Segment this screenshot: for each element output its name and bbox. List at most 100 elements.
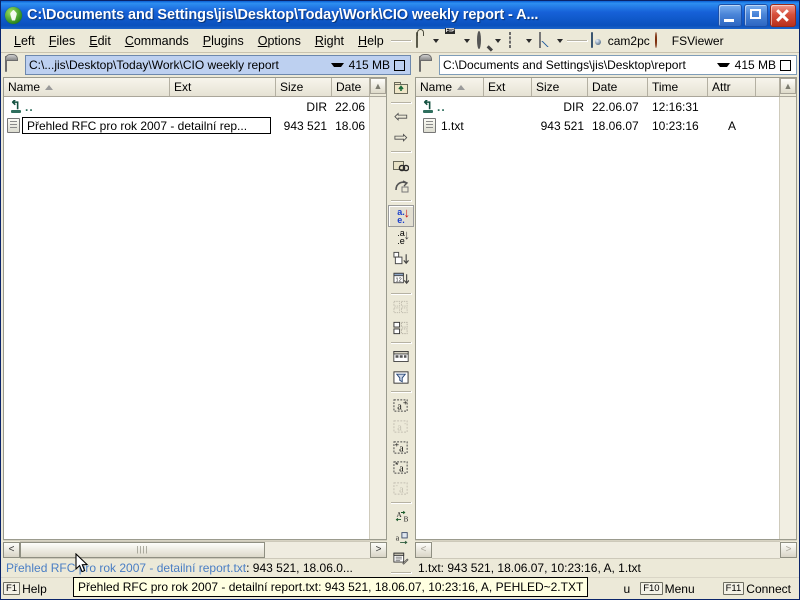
- full-view-button[interactable]: [389, 347, 413, 367]
- right-row0-size: DIR: [563, 99, 584, 114]
- menu-plugins[interactable]: Plugins: [196, 32, 251, 50]
- refresh-button[interactable]: [389, 176, 413, 196]
- table-row[interactable]: .. DIR 22.06: [4, 97, 369, 116]
- brief-view-button[interactable]: [389, 318, 413, 338]
- maximize-button[interactable]: [744, 3, 768, 27]
- right-file-list[interactable]: .. DIR 22.06.07 12:16:31 1.txt: [416, 97, 779, 539]
- left-hscroll-left-button[interactable]: <: [3, 541, 20, 558]
- left-hscroll-thumb[interactable]: ||||: [20, 541, 265, 558]
- table-row[interactable]: .. DIR 22.06.07 12:16:31: [416, 97, 779, 116]
- sort-by-ext-button[interactable]: .a .e ↓: [389, 228, 413, 248]
- chevron-down-icon[interactable]: [432, 38, 439, 43]
- table-row[interactable]: Přehled RFC pro rok 2007 - detailní rep.…: [4, 116, 369, 135]
- menu-edit[interactable]: Edit: [82, 32, 118, 50]
- right-hscroll-right-button[interactable]: >: [780, 541, 797, 558]
- right-hscroll-left-button[interactable]: <: [415, 541, 432, 558]
- left-header-size[interactable]: Size: [276, 78, 332, 96]
- left-path-dropdown-icon[interactable]: [330, 63, 344, 67]
- left-path-field[interactable]: C:\...jis\Desktop\Today\Work\CIO weekly …: [25, 55, 411, 75]
- right-list-wrap: .. DIR 22.06.07 12:16:31 1.txt: [416, 97, 796, 539]
- chevron-down-icon[interactable]: [463, 38, 470, 43]
- frame-button[interactable]: [506, 31, 535, 51]
- search-folder-button[interactable]: [389, 156, 413, 176]
- menu-options[interactable]: Options: [251, 32, 308, 50]
- file-tooltip: Přehled RFC pro rok 2007 - detailní repo…: [73, 577, 589, 597]
- left-scroll-up-button[interactable]: ▲: [370, 78, 386, 94]
- right-path-field[interactable]: C:\Documents and Settings\jis\Desktop\re…: [439, 55, 797, 75]
- fkey-partial: u: [624, 582, 631, 596]
- compare-button[interactable]: AB: [389, 507, 413, 527]
- right-file-panel[interactable]: Name Ext Size Date Time Attr ▲ ↰ .. DIR …: [415, 77, 797, 540]
- left-header-date[interactable]: Date: [332, 78, 370, 96]
- right-drive-button[interactable]: [417, 55, 437, 75]
- table-row[interactable]: 1.txt 943 521 18.06.07 10:23:16 A: [416, 116, 779, 135]
- right-scroll-up-button[interactable]: ▲: [780, 78, 796, 94]
- right-row1-name: 1.txt: [416, 118, 484, 133]
- up-folder-button[interactable]: [389, 78, 413, 98]
- right-header-attr[interactable]: Attr: [708, 78, 756, 96]
- invert-selection-button[interactable]: a *: [389, 458, 413, 478]
- filter-button[interactable]: [389, 367, 413, 387]
- filter-icon: [393, 369, 409, 385]
- lock-button[interactable]: [413, 31, 442, 51]
- right-hscroll-track[interactable]: [432, 540, 780, 559]
- left-drive-button[interactable]: [3, 55, 23, 75]
- right-header-time[interactable]: Time: [648, 78, 708, 96]
- unselect-all-button[interactable]: a-: [389, 479, 413, 499]
- minimize-button[interactable]: [718, 3, 742, 27]
- left-vertical-scrollbar[interactable]: [369, 97, 386, 539]
- thumbnail-view-button[interactable]: [389, 298, 413, 318]
- select-group-button[interactable]: a +: [389, 396, 413, 416]
- chevron-down-icon[interactable]: [525, 38, 532, 43]
- right-header-ext[interactable]: Ext: [484, 78, 532, 96]
- ftp-button[interactable]: [444, 31, 473, 51]
- chevron-down-icon[interactable]: [556, 38, 563, 43]
- back-button[interactable]: ⇦: [389, 107, 413, 127]
- mid-separator-8: [390, 572, 412, 574]
- left-hscroll-track[interactable]: ||||: [20, 540, 370, 559]
- sort-by-name-button[interactable]: a. e. ↓: [388, 205, 414, 227]
- unselect-group-button[interactable]: a-: [389, 417, 413, 437]
- left-hscroll-right-button[interactable]: >: [370, 541, 387, 558]
- search-button[interactable]: [475, 30, 504, 51]
- forward-button[interactable]: ⇨: [389, 127, 413, 147]
- menu-right[interactable]: Right: [308, 32, 351, 50]
- left-horizontal-scrollbar[interactable]: < |||| >: [3, 540, 387, 559]
- path-bar-row: C:\...jis\Desktop\Today\Work\CIO weekly …: [1, 53, 799, 77]
- fkey-f1[interactable]: F1 Help: [3, 582, 47, 596]
- title-bar: C:\Documents and Settings\jis\Desktop\To…: [1, 1, 799, 29]
- fsviewer-button[interactable]: FSViewer: [653, 31, 725, 51]
- close-button[interactable]: [770, 3, 796, 27]
- select-all-button[interactable]: a +: [389, 437, 413, 457]
- left-header-ext[interactable]: Ext: [170, 78, 276, 96]
- toolbar-separator-1: [390, 39, 412, 42]
- right-header-name[interactable]: Name: [416, 78, 484, 96]
- menu-help[interactable]: Help: [351, 32, 391, 50]
- right-vertical-scrollbar[interactable]: [779, 97, 796, 539]
- left-panel-toggle-icon[interactable]: [394, 59, 405, 71]
- left-free-space: 415 MB: [348, 58, 390, 72]
- chevron-down-icon[interactable]: [494, 38, 501, 43]
- left-file-list[interactable]: .. DIR 22.06 Přehled RFC pro rok 2007: [4, 97, 369, 539]
- right-panel-toggle-icon[interactable]: [780, 59, 791, 71]
- right-header-date[interactable]: Date: [588, 78, 648, 96]
- chart-button[interactable]: [537, 31, 566, 51]
- sort-by-size-button[interactable]: [389, 248, 413, 268]
- sort-by-date-button[interactable]: 12: [389, 269, 413, 289]
- sync-dirs-button[interactable]: a: [389, 528, 413, 548]
- fkey-f10-label: Menu: [664, 581, 695, 596]
- menu-commands[interactable]: Commands: [118, 32, 196, 50]
- menu-left[interactable]: Left: [7, 32, 42, 50]
- menu-files[interactable]: Files: [42, 32, 82, 50]
- multi-rename-button[interactable]: [389, 548, 413, 568]
- right-status-bar: 1.txt: 943 521, 18.06.07, 10:23:16, A, 1…: [415, 558, 797, 577]
- sync-dirs-icon: a: [393, 530, 409, 546]
- right-horizontal-scrollbar[interactable]: < >: [415, 540, 797, 559]
- fkey-f11[interactable]: F11 Connect: [722, 582, 791, 596]
- fkey-f10[interactable]: F10 Menu: [640, 581, 695, 596]
- cam2pc-button[interactable]: cam2pc: [589, 31, 651, 51]
- left-header-name[interactable]: Name: [4, 78, 170, 96]
- right-header-size[interactable]: Size: [532, 78, 588, 96]
- left-file-panel[interactable]: Name Ext Size Date ▲ ↰ .. DIR 22.06 Přeh…: [3, 77, 387, 540]
- right-path-dropdown-icon[interactable]: [716, 63, 730, 67]
